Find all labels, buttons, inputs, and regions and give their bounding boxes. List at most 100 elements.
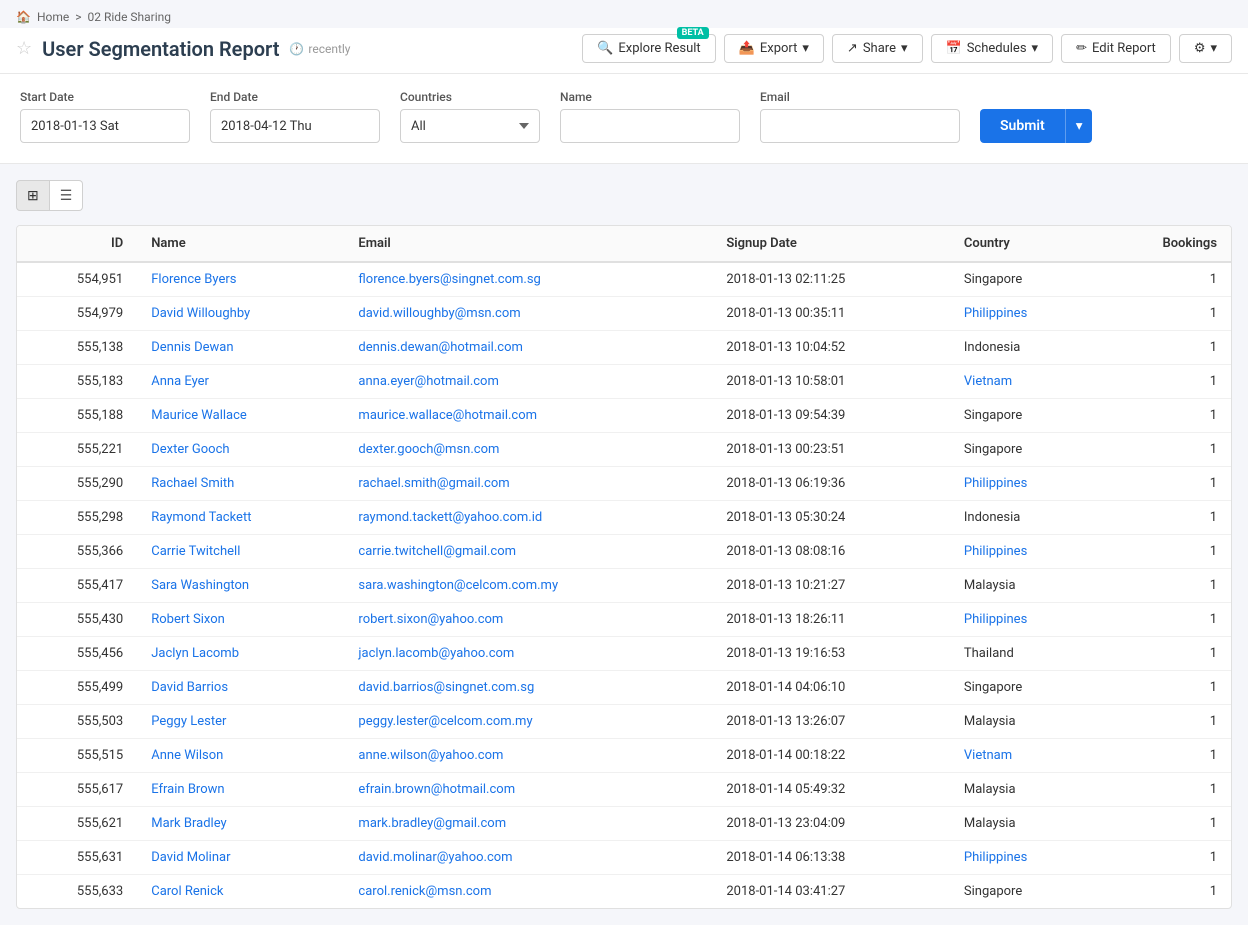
- grid-view-button[interactable]: ⊞: [16, 180, 50, 211]
- breadcrumb-home-link[interactable]: Home: [37, 10, 69, 24]
- breadcrumb: 🏠 Home > 02 Ride Sharing: [0, 0, 1248, 28]
- start-date-input[interactable]: [20, 109, 190, 143]
- table-row: 555,221 Dexter Gooch dexter.gooch@msn.co…: [17, 433, 1231, 467]
- name-link[interactable]: Florence Byers: [151, 272, 236, 287]
- name-link[interactable]: Robert Sixon: [151, 612, 225, 627]
- email-link[interactable]: carol.renick@msn.com: [358, 884, 491, 899]
- name-link[interactable]: Carrie Twitchell: [151, 544, 240, 559]
- name-link[interactable]: Raymond Tackett: [151, 510, 251, 525]
- name-link[interactable]: David Willoughby: [151, 306, 250, 321]
- name-link[interactable]: Dennis Dewan: [151, 340, 233, 355]
- country-link[interactable]: Vietnam: [964, 374, 1012, 389]
- email-link[interactable]: jaclyn.lacomb@yahoo.com: [358, 646, 514, 661]
- header-left: ☆ User Segmentation Report 🕐 recently: [16, 37, 351, 61]
- country-link[interactable]: Vietnam: [964, 748, 1012, 763]
- country-link[interactable]: Philippines: [964, 306, 1027, 321]
- end-date-input[interactable]: [210, 109, 380, 143]
- email-link[interactable]: florence.byers@singnet.com.sg: [358, 272, 540, 287]
- name-link[interactable]: Efrain Brown: [151, 782, 224, 797]
- cell-id: 555,417: [17, 569, 137, 603]
- cell-email: sara.washington@celcom.com.my: [344, 569, 712, 603]
- name-link[interactable]: Rachael Smith: [151, 476, 234, 491]
- export-button[interactable]: 📤 Export ▾: [724, 34, 824, 63]
- email-link[interactable]: raymond.tackett@yahoo.com.id: [358, 510, 542, 525]
- share-button[interactable]: ↗ Share ▾: [832, 34, 923, 63]
- name-link[interactable]: Mark Bradley: [151, 816, 226, 831]
- email-link[interactable]: robert.sixon@yahoo.com: [358, 612, 503, 627]
- cell-email: robert.sixon@yahoo.com: [344, 603, 712, 637]
- cell-signup-date: 2018-01-13 08:08:16: [712, 535, 950, 569]
- email-link[interactable]: david.barrios@singnet.com.sg: [358, 680, 534, 695]
- email-link[interactable]: efrain.brown@hotmail.com: [358, 782, 515, 797]
- cell-id: 555,621: [17, 807, 137, 841]
- settings-button[interactable]: ⚙ ▾: [1179, 34, 1232, 63]
- email-link[interactable]: mark.bradley@gmail.com: [358, 816, 506, 831]
- submit-button[interactable]: Submit: [980, 109, 1065, 143]
- cell-country: Indonesia: [950, 501, 1098, 535]
- name-link[interactable]: David Molinar: [151, 850, 230, 865]
- cell-bookings: 1: [1098, 501, 1231, 535]
- end-date-group: End Date: [210, 90, 380, 143]
- cell-name: David Barrios: [137, 671, 344, 705]
- countries-select[interactable]: All: [400, 109, 540, 143]
- clock-icon: 🕐: [289, 42, 304, 56]
- cell-id: 554,951: [17, 262, 137, 297]
- home-icon: 🏠: [16, 10, 31, 24]
- email-link[interactable]: anne.wilson@yahoo.com: [358, 748, 503, 763]
- email-link[interactable]: dexter.gooch@msn.com: [358, 442, 499, 457]
- name-link[interactable]: Maurice Wallace: [151, 408, 247, 423]
- country-link[interactable]: Philippines: [964, 544, 1027, 559]
- name-input[interactable]: [560, 109, 740, 143]
- email-link[interactable]: sara.washington@celcom.com.my: [358, 578, 558, 593]
- email-link[interactable]: carrie.twitchell@gmail.com: [358, 544, 516, 559]
- cell-bookings: 1: [1098, 875, 1231, 909]
- schedules-button[interactable]: 📅 Schedules ▾: [931, 34, 1054, 63]
- country-link[interactable]: Philippines: [964, 476, 1027, 491]
- cell-name: Sara Washington: [137, 569, 344, 603]
- email-link[interactable]: maurice.wallace@hotmail.com: [358, 408, 537, 423]
- cell-signup-date: 2018-01-13 10:21:27: [712, 569, 950, 603]
- explore-result-button[interactable]: BETA 🔍 Explore Result: [582, 34, 716, 63]
- table-row: 555,633 Carol Renick carol.renick@msn.co…: [17, 875, 1231, 909]
- email-link[interactable]: anna.eyer@hotmail.com: [358, 374, 498, 389]
- email-link[interactable]: dennis.dewan@hotmail.com: [358, 340, 522, 355]
- cell-id: 555,617: [17, 773, 137, 807]
- name-link[interactable]: Sara Washington: [151, 578, 249, 593]
- grid-icon: ⊞: [27, 187, 39, 203]
- cell-bookings: 1: [1098, 773, 1231, 807]
- cell-id: 555,290: [17, 467, 137, 501]
- breadcrumb-current-link[interactable]: 02 Ride Sharing: [88, 10, 172, 24]
- submit-dropdown-button[interactable]: ▾: [1065, 109, 1093, 143]
- name-link[interactable]: Anne Wilson: [151, 748, 223, 763]
- name-link[interactable]: Dexter Gooch: [151, 442, 229, 457]
- cell-name: Mark Bradley: [137, 807, 344, 841]
- list-view-button[interactable]: ☰: [50, 180, 84, 211]
- cell-country: Malaysia: [950, 569, 1098, 603]
- cell-email: david.willoughby@msn.com: [344, 297, 712, 331]
- email-input[interactable]: [760, 109, 960, 143]
- name-link[interactable]: Anna Eyer: [151, 374, 209, 389]
- table-row: 555,503 Peggy Lester peggy.lester@celcom…: [17, 705, 1231, 739]
- name-link[interactable]: Jaclyn Lacomb: [151, 646, 239, 661]
- col-name: Name: [137, 226, 344, 262]
- breadcrumb-separator: >: [75, 10, 81, 24]
- name-link[interactable]: David Barrios: [151, 680, 228, 695]
- filters-panel: Start Date End Date Countries All Name E…: [0, 74, 1248, 164]
- name-link[interactable]: Carol Renick: [151, 884, 223, 899]
- cell-bookings: 1: [1098, 331, 1231, 365]
- name-link[interactable]: Peggy Lester: [151, 714, 226, 729]
- email-link[interactable]: peggy.lester@celcom.com.my: [358, 714, 532, 729]
- cell-bookings: 1: [1098, 807, 1231, 841]
- cell-id: 555,298: [17, 501, 137, 535]
- country-link[interactable]: Philippines: [964, 612, 1027, 627]
- cell-email: carrie.twitchell@gmail.com: [344, 535, 712, 569]
- favorite-icon[interactable]: ☆: [16, 38, 32, 59]
- view-toggle: ⊞ ☰: [16, 180, 1232, 211]
- email-link[interactable]: rachael.smith@gmail.com: [358, 476, 509, 491]
- edit-report-button[interactable]: ✏ Edit Report: [1061, 34, 1171, 63]
- table-header: ID Name Email Signup Date Country Bookin…: [17, 226, 1231, 262]
- country-link[interactable]: Philippines: [964, 850, 1027, 865]
- email-link[interactable]: david.molinar@yahoo.com: [358, 850, 512, 865]
- email-link[interactable]: david.willoughby@msn.com: [358, 306, 520, 321]
- table-row: 555,631 David Molinar david.molinar@yaho…: [17, 841, 1231, 875]
